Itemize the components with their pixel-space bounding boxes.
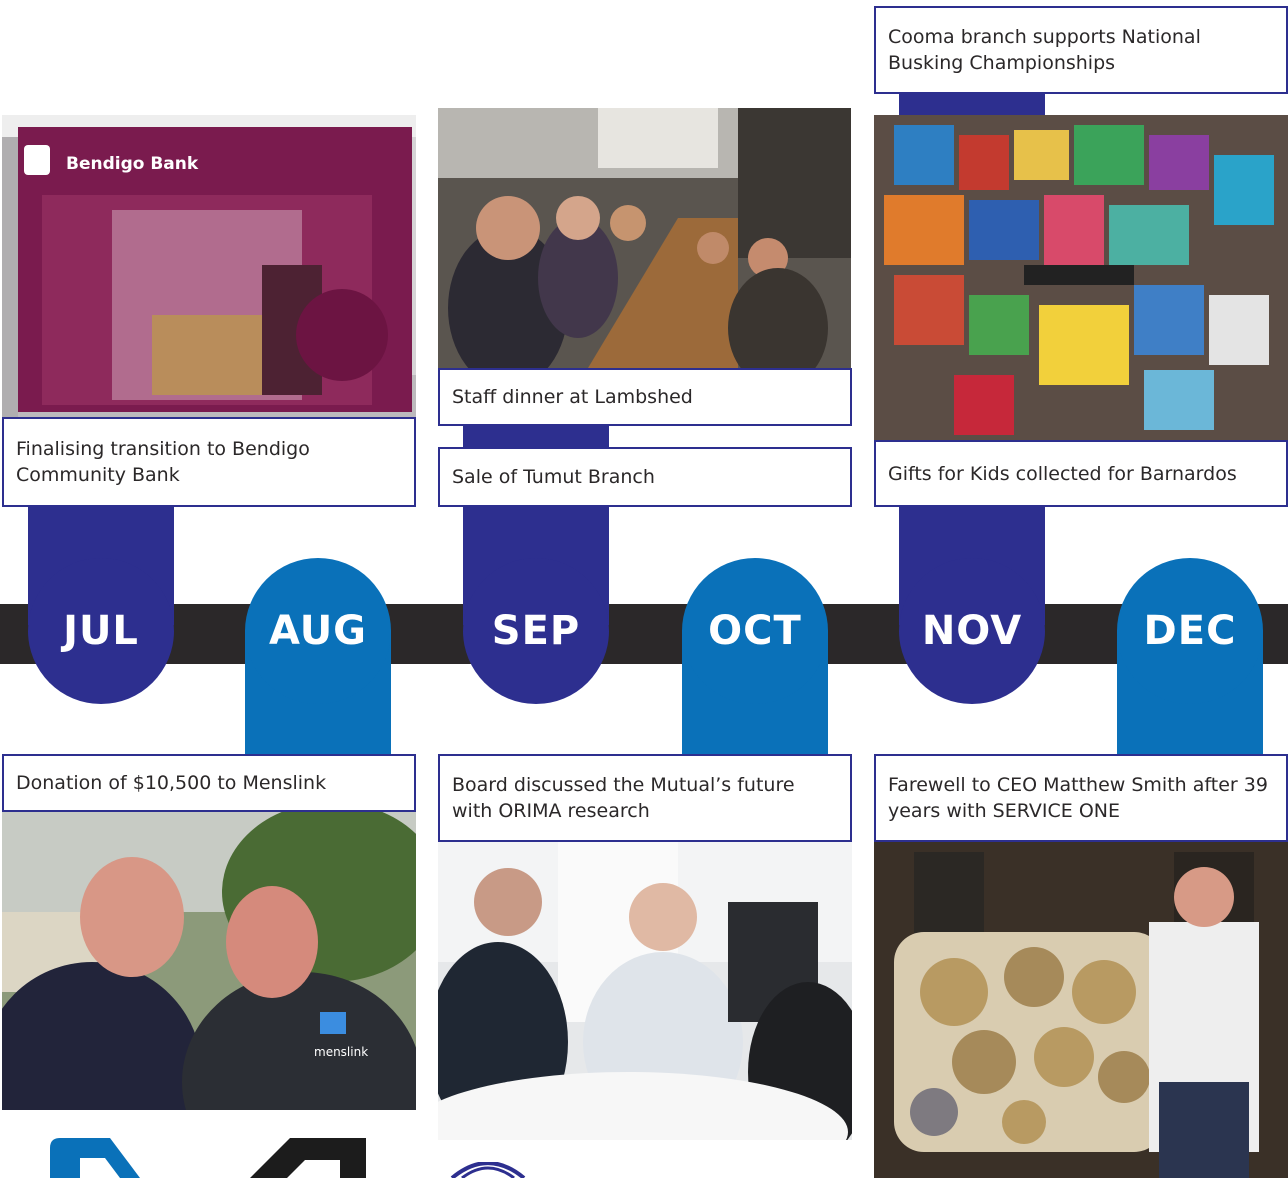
month-jul: JUL [28,558,174,704]
staff-dinner-photo [438,108,851,368]
caption-sep-tumut: Sale of Tumut Branch [438,447,852,507]
timeline-band [0,604,1288,664]
month-aug: AUG [245,558,391,704]
month-sep: SEP [463,558,609,704]
nov-stem-top [899,90,1045,118]
board-meeting-photo [438,842,852,1140]
partial-logo-left [50,1138,180,1178]
caption-aug-donation: Donation of $10,500 to Menslink [2,754,416,812]
partial-logo-right [250,1138,366,1178]
bendigo-sign: Bendigo Bank [66,154,199,174]
partial-logo-circle [448,1161,528,1180]
caption-jul-transition: Finalising transition to Bendigo Communi… [2,417,416,507]
caption-nov-gifts: Gifts for Kids collected for Barnardos [874,440,1288,507]
menslink-photo: menslink [2,812,416,1110]
caption-sep-dinner: Staff dinner at Lambshed [438,368,852,426]
caption-nov-cooma: Cooma branch supports National Busking C… [874,6,1288,94]
month-dec: DEC [1117,558,1263,704]
bendigo-branch-photo: Bendigo Bank [2,115,416,418]
month-oct: OCT [682,558,828,704]
month-nov: NOV [899,558,1045,704]
gifts-photo [874,115,1288,440]
farewell-photo [874,842,1288,1178]
menslink-logo-text: menslink [314,1045,368,1059]
caption-oct-board: Board discussed the Mutual’s future with… [438,754,852,842]
caption-dec-farewell: Farewell to CEO Matthew Smith after 39 y… [874,754,1288,842]
